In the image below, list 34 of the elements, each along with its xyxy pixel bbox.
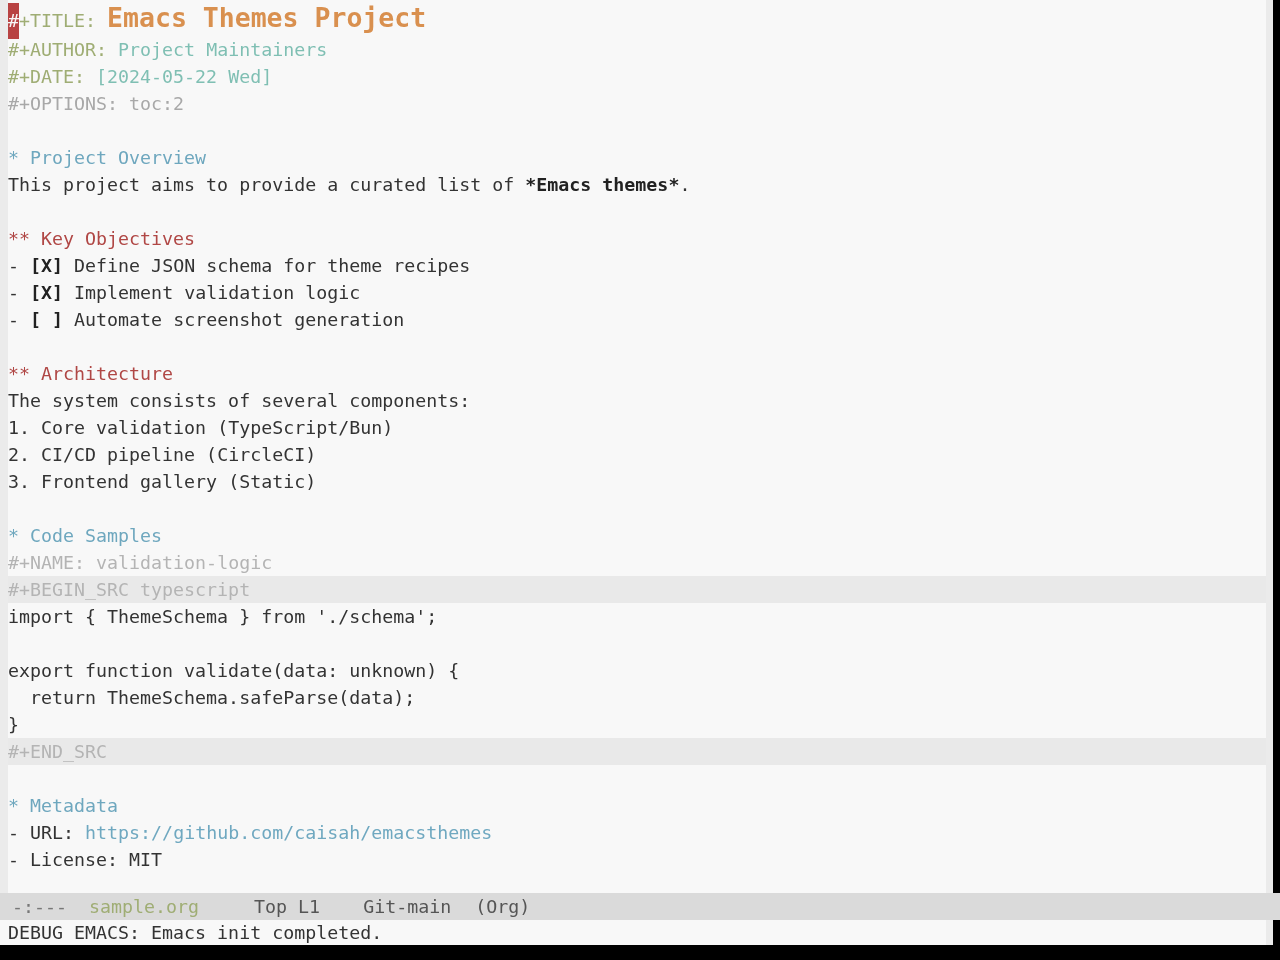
checklist-item: - [X] Implement validation logic xyxy=(8,282,361,303)
keyword-value: toc:2 xyxy=(129,92,185,116)
right-fringe xyxy=(1266,920,1273,945)
numbered-list-item: 1. Core validation (TypeScript/Bun) xyxy=(8,417,394,438)
list-item-label: - URL: xyxy=(8,821,75,845)
keyword-label: +TITLE: xyxy=(19,9,97,33)
checklist-item: - [X] Define JSON schema for theme recipes xyxy=(8,255,471,276)
outline-heading: ** Architecture xyxy=(8,363,174,384)
numbered-list-item: 2. CI/CD pipeline (CircleCI) xyxy=(8,444,317,465)
outline-heading: * Project Overview xyxy=(8,147,207,168)
outline-heading: * Metadata xyxy=(8,795,119,816)
echo-area-message: DEBUG EMACS: Emacs init completed. xyxy=(8,921,383,945)
checklist-item: - [ ] Automate screenshot generation xyxy=(8,309,405,330)
buffer-position: Top L1 xyxy=(254,895,321,919)
url-link[interactable]: https://github.com/caisah/emacsthemes xyxy=(85,819,493,846)
keyword-label: #+NAME: xyxy=(8,551,86,575)
git-branch: Git-main xyxy=(363,895,452,919)
major-mode: (Org) xyxy=(475,895,531,919)
outline-heading: ** Key Objectives xyxy=(8,228,196,249)
keyword-value: [2024-05-22 Wed] xyxy=(96,65,273,89)
buffer-status: -:--- xyxy=(12,895,68,919)
paragraph: The system consists of several components: xyxy=(8,390,471,411)
keyword-label: #+AUTHOR: xyxy=(8,38,108,62)
keyword-value: Project Maintainers xyxy=(118,38,328,62)
numbered-list-item: 3. Frontend gallery (Static) xyxy=(8,471,317,492)
outline-heading: * Code Samples xyxy=(8,525,163,546)
source-code-text: import { ThemeSchema } from './schema'; export function validate(data: unknown) { return ThemeSchema.safeParse(data); } xyxy=(8,605,460,737)
keyword-label: #+OPTIONS: xyxy=(8,92,119,116)
keyword-label: #+DATE: xyxy=(8,65,86,89)
keyword-value: Emacs Themes Project xyxy=(107,1,427,35)
buffer-name: sample.org xyxy=(89,895,200,919)
list-item: - License: MIT xyxy=(8,849,163,870)
keyword-value: validation-logic xyxy=(96,551,273,575)
paragraph: This project aims to provide a curated list of *Emacs themes*. xyxy=(8,174,691,195)
